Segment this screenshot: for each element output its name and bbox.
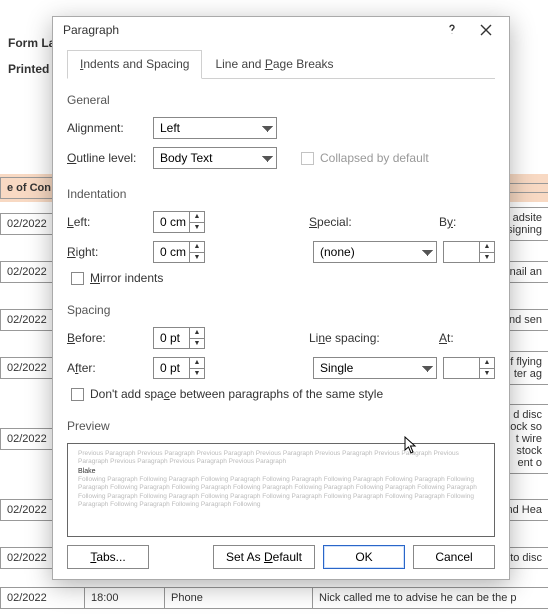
by-spinner[interactable]: ▲▼ [479, 242, 494, 262]
dont-add-space-checkbox[interactable] [71, 388, 84, 401]
collapsed-label: Collapsed by default [320, 151, 429, 165]
preview-sample-text: Blake [78, 467, 484, 476]
indent-right-label: Right:Right: [67, 245, 153, 259]
collapsed-checkbox [301, 152, 314, 165]
alignment-select[interactable]: Left [153, 117, 277, 139]
special-label: Special:Special: [309, 215, 439, 229]
indent-left-label: Left:Left: [67, 215, 153, 229]
dont-add-space-label: Don't add space between paragraphs of th… [90, 387, 383, 401]
tab-line-page-breaks[interactable]: Line and Page BreaksLine and Page Breaks [202, 50, 346, 79]
line-spacing-label: Line spacing:Line spacing: [309, 331, 439, 345]
section-indentation: Indentation [67, 187, 495, 201]
after-spinner[interactable]: ▲▼ [189, 358, 204, 378]
ok-button[interactable]: OK [323, 545, 405, 569]
section-general: General [67, 93, 495, 107]
section-preview: Preview [67, 419, 495, 433]
bg-label-printed: Printed [2, 56, 55, 82]
outline-label: Outline level:Outline level: [67, 151, 153, 165]
tab-strip: IIndents and Spacingndents and Spacing L… [67, 49, 495, 79]
indent-left-spinner[interactable]: ▲▼ [189, 212, 204, 232]
before-spinner[interactable]: ▲▼ [189, 328, 204, 348]
section-spacing: Spacing [67, 303, 495, 317]
special-select[interactable]: (none) [313, 241, 437, 263]
tabs-button[interactable]: Tabs...Tabs... [67, 545, 149, 569]
by-label: By:By: [439, 215, 495, 229]
tab-indents-spacing[interactable]: IIndents and Spacingndents and Spacing [67, 50, 202, 79]
before-label: Before:Before: [67, 331, 153, 345]
outline-select[interactable]: Body Text [153, 147, 277, 169]
cursor-icon [404, 436, 418, 457]
after-label: After:After: [67, 361, 153, 375]
at-label: At:At: [439, 331, 495, 345]
dialog-titlebar: Paragraph [53, 17, 509, 43]
mirror-label: Mirror indentsMirror indents [90, 271, 163, 285]
at-spinner[interactable]: ▲▼ [479, 358, 494, 378]
preview-box: Previous Paragraph Previous Paragraph Pr… [67, 443, 495, 537]
cancel-button[interactable]: Cancel [413, 545, 495, 569]
preview-prev-text: Previous Paragraph Previous Paragraph Pr… [78, 450, 484, 467]
paragraph-dialog: Paragraph IIndents and Spacingndents and… [52, 16, 510, 580]
help-button[interactable] [435, 17, 469, 43]
mirror-checkbox[interactable] [71, 272, 84, 285]
alignment-label: Alignment:Alignment: [67, 121, 153, 135]
preview-following-text: Following Paragraph Following Paragraph … [78, 476, 484, 510]
indent-right-spinner[interactable]: ▲▼ [189, 242, 204, 262]
dialog-title: Paragraph [63, 23, 119, 37]
close-button[interactable] [469, 17, 503, 43]
line-spacing-select[interactable]: Single [313, 357, 437, 379]
set-default-button[interactable]: Set As DefaultSet As Default [213, 545, 315, 569]
